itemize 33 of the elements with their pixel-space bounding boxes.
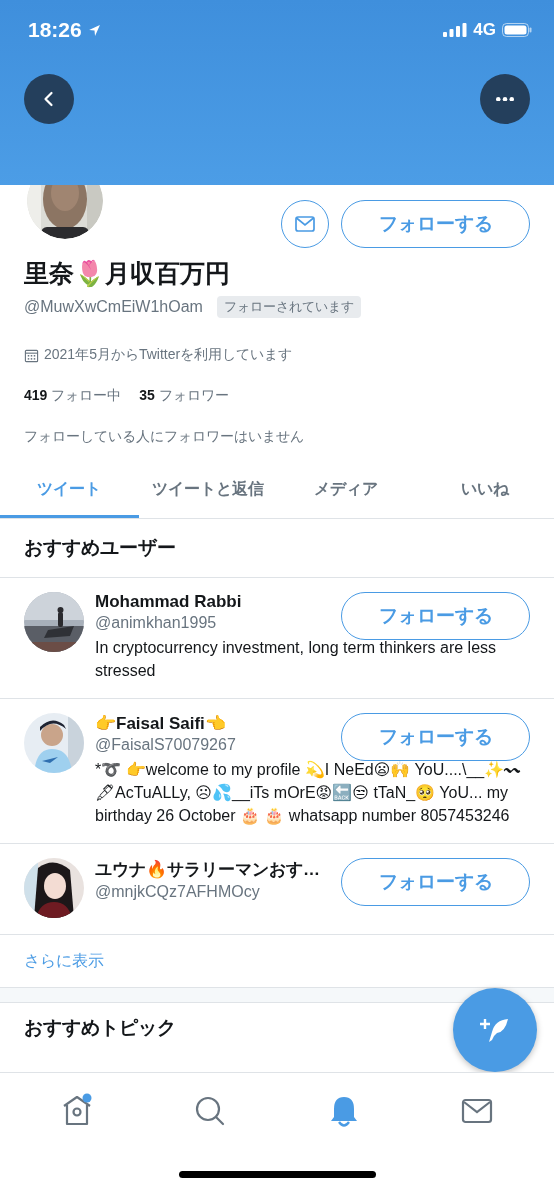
follow-button[interactable]: フォローする bbox=[341, 858, 530, 906]
network-label: 4G bbox=[473, 20, 496, 40]
user-bio: In cryptocurrency investment, long term thinkers are less stressed bbox=[95, 638, 498, 681]
compose-tweet-button[interactable] bbox=[453, 988, 537, 1072]
user-handle: @animkhan1995 bbox=[95, 614, 217, 632]
section-title: おすすめユーザー bbox=[0, 519, 554, 578]
status-time: 18:26 bbox=[28, 18, 82, 42]
joined-date: 2021年5月からTwitterを利用しています bbox=[44, 346, 293, 364]
section-title: おすすめトピック bbox=[24, 1016, 176, 1040]
back-button[interactable] bbox=[24, 74, 74, 124]
calendar-icon bbox=[24, 347, 39, 363]
follows-you-badge: フォローされています bbox=[216, 296, 361, 318]
profile-handle: @MuwXwCmEiW1hOam bbox=[24, 298, 203, 316]
more-button[interactable] bbox=[480, 74, 530, 124]
follow-button[interactable]: フォローする bbox=[341, 200, 530, 248]
user-name: Mohammad Rabbi bbox=[95, 592, 242, 612]
user-handle: @mnjkCQz7AFHMOcy bbox=[95, 883, 260, 901]
signal-icon bbox=[443, 23, 468, 37]
user-name: ユウナ🔥サラリーマンおす… bbox=[95, 859, 320, 881]
user-name: 👉Faisal Saifi👈 bbox=[95, 713, 226, 734]
followers-count-link[interactable]: 35 フォロワー bbox=[139, 387, 229, 405]
show-more-link[interactable]: さらに表示 bbox=[24, 950, 104, 972]
follow-button[interactable]: フォローする bbox=[341, 592, 530, 640]
message-button[interactable] bbox=[281, 200, 329, 248]
location-arrow-icon bbox=[87, 23, 101, 37]
user-bio: *➰ 👉welcome to my profile 💫I NeEd😦🙌 YoU....\__✨〰🖋AcTuALLy, ☹💦__iTs mOrE😡🔙😒 tTaN_🥺 YoU... my birthday 26 October 🎂 🎂 whatsapp number 8057453246 bbox=[95, 760, 522, 827]
following-count-link[interactable]: 419 フォロー中 bbox=[24, 387, 122, 405]
follow-button[interactable]: フォローする bbox=[341, 713, 530, 761]
battery-icon bbox=[502, 23, 532, 37]
profile-name: 里奈🌷月収百万円 bbox=[24, 258, 231, 289]
user-handle: @FaisalS70079267 bbox=[95, 736, 236, 754]
more-icon bbox=[496, 96, 514, 102]
mutual-followers-note: フォローしている人にフォロワーはいません bbox=[24, 428, 305, 446]
